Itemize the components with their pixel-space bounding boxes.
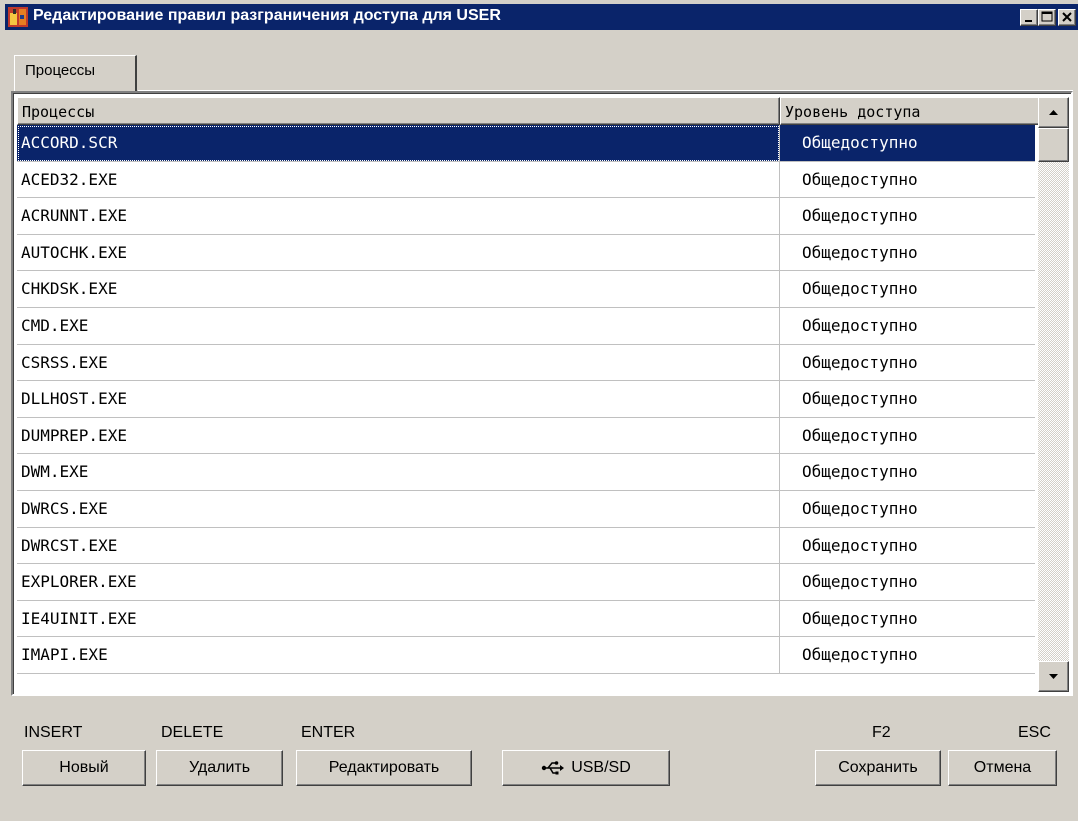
cancel-button[interactable]: Отмена [948,750,1057,786]
access-level-cell: Общедоступно [780,564,1035,601]
process-name-cell: AUTOCHK.EXE [17,234,780,272]
access-level-cell: Общедоступно [780,235,1035,272]
access-level-cell: Общедоступно [780,601,1035,638]
table-row[interactable]: ACCORD.SCR Общедоступно [17,125,1035,162]
process-name-cell: EXPLORER.EXE [17,564,780,601]
table-row[interactable]: ACRUNNT.EXE Общедоступно [17,198,1035,235]
list-header: Процессы Уровень доступа [17,97,1043,125]
table-row[interactable]: IMAPI.EXE Общедоступно [17,637,1035,674]
maximize-button[interactable] [1038,9,1056,26]
tab-processes[interactable]: Процессы [14,55,137,91]
table-row[interactable]: DWRCS.EXE Общедоступно [17,490,1035,528]
dialog-window: Редактирование правил разграничения дост… [0,0,1078,821]
list-rows: ACCORD.SCR Общедоступно ACED32.EXE Общедост… [17,125,1035,690]
process-name-cell: CSRSS.EXE [17,344,780,382]
cancel-button-label: Отмена [973,759,1032,776]
title-bar[interactable]: Редактирование правил разграничения дост… [5,4,1078,30]
access-level-cell: Общедоступно [780,345,1035,382]
table-row[interactable]: DWM.EXE Общедоступно [17,454,1035,491]
edit-button[interactable]: Редактировать [296,750,472,786]
minimize-icon [1025,20,1032,22]
process-name-cell: ACCORD.SCR [17,125,780,162]
save-button-label: Сохранить [838,759,918,776]
window-title: Редактирование правил разграничения дост… [33,7,501,24]
access-level-cell: Общедоступно [780,418,1035,455]
process-name-cell: CHKDSK.EXE [17,271,780,308]
delete-button-label: Удалить [188,759,251,776]
process-list[interactable]: Процессы Уровень доступа ACCORD.SCR Общед… [11,91,1073,696]
process-name-cell: DWRCS.EXE [17,490,780,528]
access-level-cell: Общедоступно [780,125,1035,162]
process-name-cell: ACED32.EXE [17,161,780,199]
scroll-down-button[interactable] [1038,661,1069,692]
table-row[interactable]: CSRSS.EXE Общедоступно [17,344,1035,382]
scroll-thumb[interactable] [1038,128,1069,162]
hotkey-insert: INSERT [24,724,83,741]
access-level-cell: Общедоступно [780,528,1035,565]
access-level-cell: Общедоступно [780,454,1035,491]
new-button[interactable]: Новый [22,750,146,786]
app-shield-icon [8,7,28,27]
arrow-up-icon [1049,110,1058,115]
usb-sd-button-label: USB/SD [571,759,631,776]
hotkey-f2: F2 [872,724,891,741]
table-row[interactable]: EXPLORER.EXE Общедоступно [17,564,1035,601]
access-level-cell: Общедоступно [780,381,1035,418]
save-button[interactable]: Сохранить [815,750,941,786]
tab-processes-label: Процессы [25,62,96,79]
new-button-label: Новый [59,759,109,776]
process-name-cell: DLLHOST.EXE [17,381,780,418]
usb-sd-button[interactable]: USB/SD [502,750,670,786]
access-level-cell: Общедоступно [780,637,1035,674]
process-name-cell: DWRCST.EXE [17,527,780,565]
access-level-cell: Общедоступно [780,162,1035,199]
table-row[interactable]: AUTOCHK.EXE Общедоступно [17,234,1035,272]
access-level-cell: Общедоступно [780,198,1035,235]
delete-button[interactable]: Удалить [156,750,283,786]
arrow-down-icon [1049,674,1058,679]
table-row[interactable]: ACED32.EXE Общедоступно [17,161,1035,199]
table-row[interactable]: IE4UINIT.EXE Общедоступно [17,600,1035,638]
access-level-cell: Общедоступно [780,491,1035,528]
edit-button-label: Редактировать [328,759,440,776]
maximize-icon [1041,11,1053,22]
access-level-cell: Общедоступно [780,271,1035,308]
access-level-cell: Общедоступно [780,308,1035,345]
usb-icon [542,761,565,775]
table-row[interactable]: DWRCST.EXE Общедоступно [17,527,1035,565]
close-icon [1062,12,1072,22]
table-row[interactable]: DUMPREP.EXE Общедоступно [17,417,1035,455]
process-name-cell: DUMPREP.EXE [17,417,780,455]
process-name-cell: IMAPI.EXE [17,637,780,674]
column-header-access-level[interactable]: Уровень доступа [780,97,1043,125]
hotkey-enter: ENTER [301,724,356,741]
vertical-scrollbar[interactable] [1038,97,1069,692]
process-name-cell: CMD.EXE [17,307,780,345]
process-name-cell: ACRUNNT.EXE [17,198,780,235]
table-row[interactable]: CHKDSK.EXE Общедоступно [17,271,1035,308]
scroll-up-button[interactable] [1038,97,1069,128]
minimize-button[interactable] [1020,9,1038,26]
process-name-cell: DWM.EXE [17,454,780,491]
process-name-cell: IE4UINIT.EXE [17,600,780,638]
table-row[interactable]: DLLHOST.EXE Общедоступно [17,381,1035,418]
close-button[interactable] [1058,9,1076,26]
column-header-processes[interactable]: Процессы [17,97,780,125]
hotkey-delete: DELETE [161,724,224,741]
table-row[interactable]: CMD.EXE Общедоступно [17,307,1035,345]
hotkey-esc: ESC [1018,724,1051,741]
